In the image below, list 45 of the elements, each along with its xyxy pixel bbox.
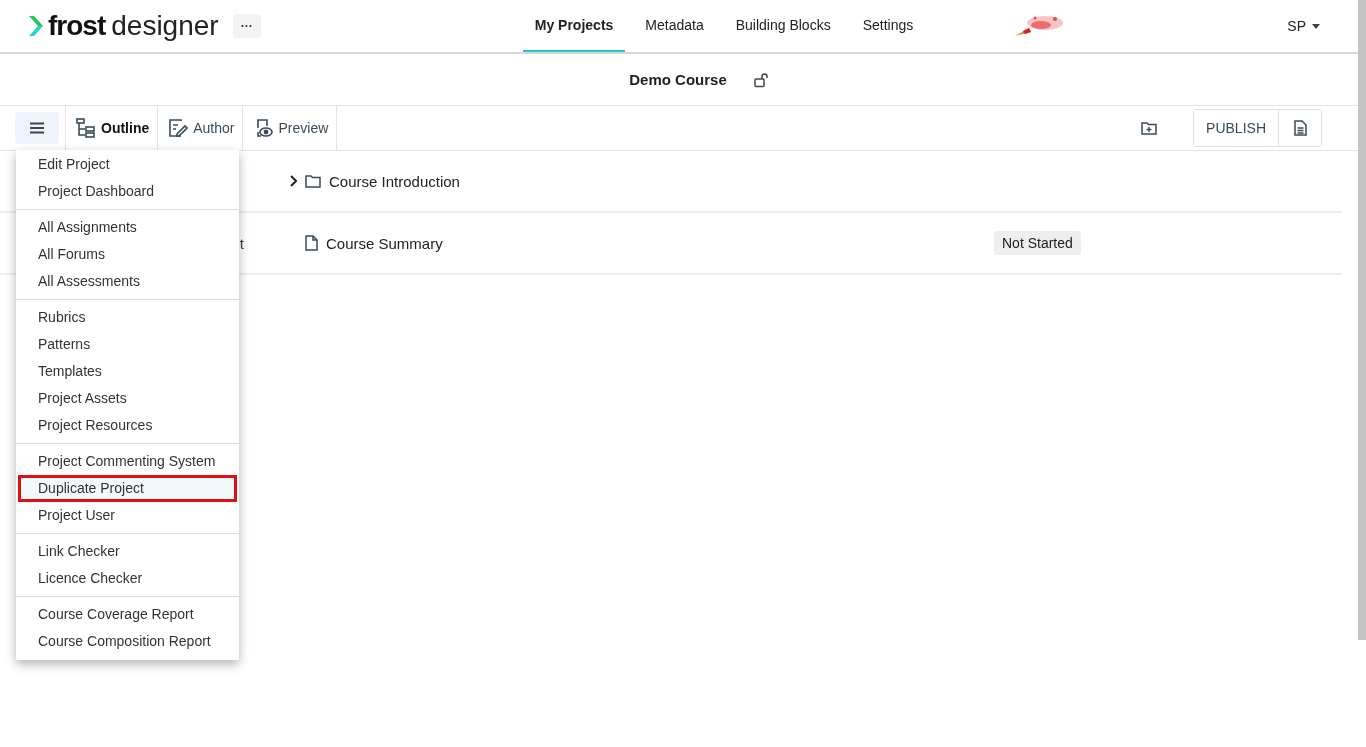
document-icon xyxy=(1293,120,1307,136)
project-title: Demo Course xyxy=(629,71,727,88)
outline-tree-icon xyxy=(76,118,96,138)
menu-item[interactable]: Duplicate Project xyxy=(18,475,237,502)
add-folder-icon[interactable] xyxy=(1141,121,1158,135)
menu-item[interactable]: Project Assets xyxy=(16,385,239,412)
folder-icon xyxy=(305,174,321,188)
nav-tab[interactable]: My Projects xyxy=(522,0,626,52)
menu-item[interactable]: Project User xyxy=(16,502,239,529)
logo-chevron-icon xyxy=(28,15,44,37)
menu-item[interactable]: Templates xyxy=(16,358,239,385)
menu-item[interactable]: Rubrics xyxy=(16,304,239,331)
more-button[interactable]: ··· xyxy=(232,14,261,38)
menu-item[interactable]: Course Composition Report xyxy=(16,628,239,655)
edit-document-icon xyxy=(168,118,189,138)
menu-item[interactable]: Project Dashboard xyxy=(16,178,239,205)
user-menu-button[interactable]: SP xyxy=(1287,18,1320,34)
caret-icon xyxy=(1312,23,1320,29)
menu-item[interactable]: All Forums xyxy=(16,241,239,268)
nav-tab[interactable]: Settings xyxy=(850,0,926,52)
document-icon xyxy=(305,235,318,251)
unlocked-lock-icon[interactable] xyxy=(752,71,769,88)
menu-item[interactable]: Project Resources xyxy=(16,412,239,439)
menu-item[interactable]: Licence Checker xyxy=(16,565,239,592)
nav-tab[interactable]: Building Blocks xyxy=(723,0,843,52)
menu-item[interactable]: All Assignments xyxy=(16,214,239,241)
outline-item-title[interactable]: Course Introduction xyxy=(329,172,460,190)
outline-item-title[interactable]: Course Summary xyxy=(326,234,443,252)
menu-item[interactable]: Link Checker xyxy=(16,538,239,565)
logo-text: frost xyxy=(48,10,106,42)
menu-item[interactable]: Course Coverage Report xyxy=(16,601,239,628)
menu-item[interactable]: All Assessments xyxy=(16,268,239,295)
menu-icon xyxy=(29,122,45,134)
menu-button[interactable] xyxy=(15,112,59,144)
scrollbar[interactable] xyxy=(1358,0,1366,640)
nav-tab[interactable]: Metadata xyxy=(633,0,716,52)
chevron-right-icon[interactable] xyxy=(289,175,297,187)
status-badge: Not Started xyxy=(994,231,1081,255)
view-tab[interactable]: Preview xyxy=(242,106,338,150)
menu-item[interactable]: Project Commenting System xyxy=(16,448,239,475)
row-text: t xyxy=(239,234,244,252)
publish-button[interactable]: PUBLISH xyxy=(1194,110,1279,146)
logo-text: designer xyxy=(111,10,219,42)
menu-item[interactable]: Patterns xyxy=(16,331,239,358)
menu-item[interactable]: Edit Project xyxy=(16,151,239,178)
